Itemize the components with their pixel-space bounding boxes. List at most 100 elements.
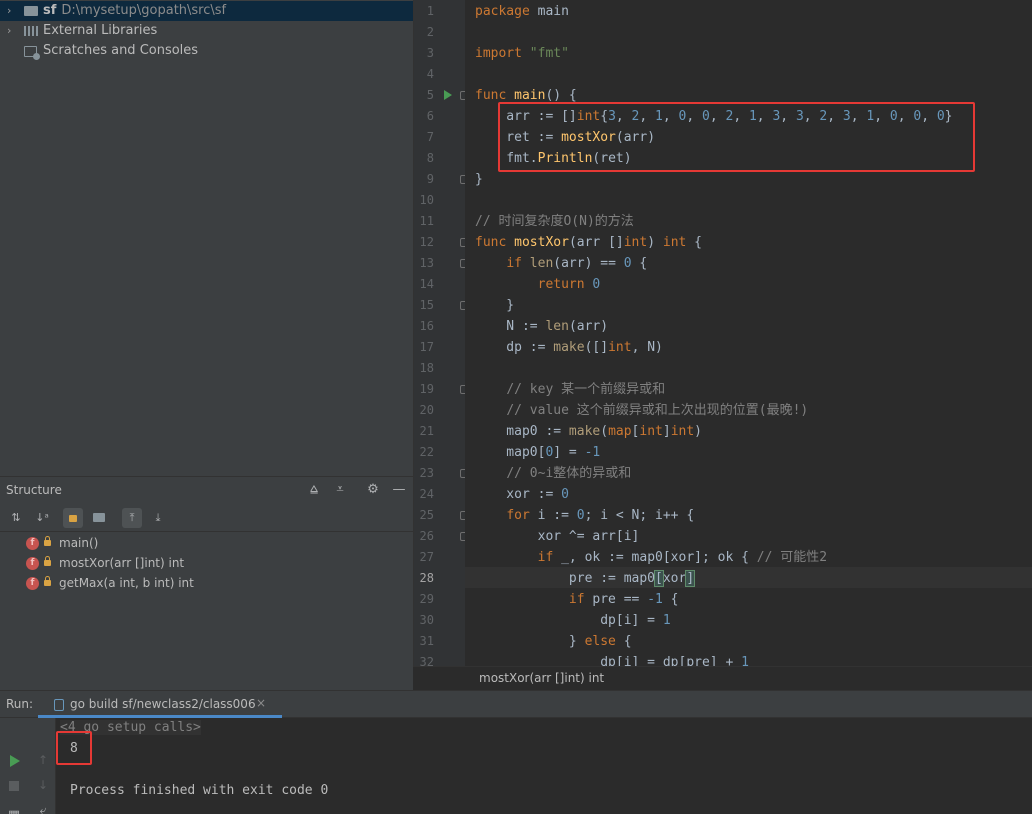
breadcrumb[interactable]: mostXor(arr []int) int (413, 666, 1032, 690)
code-line: pre := map0[xor] (475, 570, 696, 587)
code-line: func mostXor(arr []int) int { (475, 235, 703, 250)
go-build-icon (54, 699, 64, 711)
layout-icon[interactable]: ▦ (6, 808, 22, 814)
fold-marker-icon[interactable] (460, 238, 465, 247)
sort-by-visibility-icon[interactable]: ⇅ (6, 508, 26, 528)
structure-item-main[interactable]: f main() (0, 533, 413, 553)
tab-run-config[interactable]: go build sf/newclass2/class006 × (38, 691, 282, 718)
line-number: 11 (419, 214, 434, 228)
code-line: for i := 0; i < N; i++ { (506, 508, 695, 523)
code-line: package main (475, 4, 569, 19)
structure-item-label: main() (59, 536, 99, 550)
line-number: 2 (426, 25, 434, 39)
soft-wrap-icon[interactable]: ⤶ (35, 803, 51, 814)
line-number: 18 (419, 361, 434, 375)
libraries-icon (24, 26, 38, 36)
arrow-down-icon[interactable]: ↓ (35, 778, 51, 792)
expand-all-icon[interactable]: ⩠ (305, 481, 323, 499)
lock-icon (44, 536, 51, 546)
structure-toolbar: ⇅ ↓ᵃ ⤒ ⤓ (0, 504, 413, 532)
code-line: if len(arr) == 0 { (506, 256, 648, 271)
line-number: 22 (419, 445, 434, 459)
line-number: 23 (419, 466, 434, 480)
fold-marker-icon[interactable] (460, 301, 465, 310)
stop-icon[interactable] (9, 781, 19, 791)
fold-marker-icon[interactable] (460, 175, 465, 184)
scratches-icon (24, 46, 40, 60)
close-icon[interactable]: × (256, 696, 266, 710)
code-line: import "fmt" (475, 46, 569, 61)
rerun-icon[interactable] (10, 755, 20, 767)
structure-header: Structure ⩠ ⩡ ⚙ — (0, 477, 413, 504)
line-number: 29 (419, 592, 434, 606)
run-toolbar: ▦ (0, 718, 30, 814)
chevron-right-icon[interactable]: › (7, 1, 11, 21)
fold-marker-icon[interactable] (460, 511, 465, 520)
code-line: return 0 (537, 277, 601, 292)
project-tree-panel: › sf D:\mysetup\gopath\src\sf › External … (0, 0, 413, 476)
show-non-public-icon[interactable] (63, 508, 83, 528)
structure-item-mostxor[interactable]: f mostXor(arr []int) int (0, 553, 413, 573)
fold-marker-icon[interactable] (460, 385, 465, 394)
line-number: 20 (419, 403, 434, 417)
line-number: 6 (426, 109, 434, 123)
tree-item-external-libraries[interactable]: › External Libraries (0, 21, 413, 41)
tree-item-sf[interactable]: › sf D:\mysetup\gopath\src\sf (0, 1, 413, 21)
run-label: Run: (6, 697, 34, 711)
line-number: 15 (419, 298, 434, 312)
code-line: dp := make([]int, N) (475, 340, 663, 355)
code-editor[interactable]: package main import "fmt" func main() { … (465, 0, 1032, 666)
autoscroll-to-source-icon[interactable]: ⤒ (122, 508, 142, 528)
line-number: 24 (419, 487, 434, 501)
chevron-right-icon[interactable]: › (7, 21, 11, 41)
minimize-icon[interactable]: — (390, 481, 408, 499)
gear-icon[interactable]: ⚙ (364, 481, 382, 499)
tree-item-label: Scratches and Consoles (43, 43, 199, 58)
line-number: 26 (419, 529, 434, 543)
line-number: 1 (426, 4, 434, 18)
fold-marker-icon[interactable] (460, 259, 465, 268)
run-gutter-icon[interactable] (444, 90, 452, 100)
line-number: 4 (426, 67, 434, 81)
run-secondary-toolbar: ↑ ↓ ⤶ (30, 718, 56, 814)
code-line: } (475, 172, 483, 187)
lock-icon (44, 576, 51, 586)
code-line: dp[i] = dp[pre] + 1 (475, 655, 749, 666)
line-number: 17 (419, 340, 434, 354)
arrow-up-icon[interactable]: ↑ (35, 753, 51, 767)
fold-marker-icon[interactable] (460, 532, 465, 541)
show-fields-icon[interactable] (89, 508, 109, 528)
sort-alphabetically-icon[interactable]: ↓ᵃ (32, 508, 52, 528)
code-line: } else { (475, 634, 632, 649)
line-number: 14 (419, 277, 434, 291)
line-number: 30 (419, 613, 434, 627)
console-finish-message: Process finished with exit code 0 (70, 783, 329, 798)
run-panel: Run: go build sf/newclass2/class006 × ▦ … (0, 690, 1032, 814)
tree-item-scratches[interactable]: Scratches and Consoles (0, 41, 413, 61)
structure-title: Structure (6, 483, 62, 497)
line-number: 10 (419, 193, 434, 207)
fold-marker-icon[interactable] (460, 91, 465, 100)
line-number: 32 (419, 655, 434, 666)
code-line: map0[0] = -1 (475, 445, 601, 460)
collapse-all-icon[interactable]: ⩡ (331, 481, 349, 499)
structure-item-getmax[interactable]: f getMax(a int, b int) int (0, 573, 413, 593)
output-highlight-box (56, 731, 92, 765)
fold-marker-icon[interactable] (460, 469, 465, 478)
tree-item-path: D:\mysetup\gopath\src\sf (61, 3, 227, 18)
code-line: map0 := make(map[int]int) (475, 424, 702, 439)
code-line: if pre == -1 { (568, 592, 679, 607)
autoscroll-from-source-icon[interactable]: ⤓ (148, 508, 168, 528)
line-number: 7 (426, 130, 434, 144)
line-number: 21 (419, 424, 434, 438)
line-number: 25 (419, 508, 434, 522)
line-number: 28 (419, 571, 434, 585)
code-highlight-box (498, 102, 975, 172)
structure-panel: Structure ⩠ ⩡ ⚙ — ⇅ ↓ᵃ ⤒ ⤓ f main() f mo… (0, 476, 413, 690)
code-line: // 时间复杂度O(N)的方法 (475, 214, 634, 229)
breadcrumb-item[interactable]: mostXor(arr []int) int (479, 671, 604, 685)
line-number: 19 (419, 382, 434, 396)
console-output[interactable]: <4 go setup calls> 8 Process finished wi… (56, 718, 1032, 814)
line-number: 13 (419, 256, 434, 270)
code-line: dp[i] = 1 (475, 613, 671, 628)
